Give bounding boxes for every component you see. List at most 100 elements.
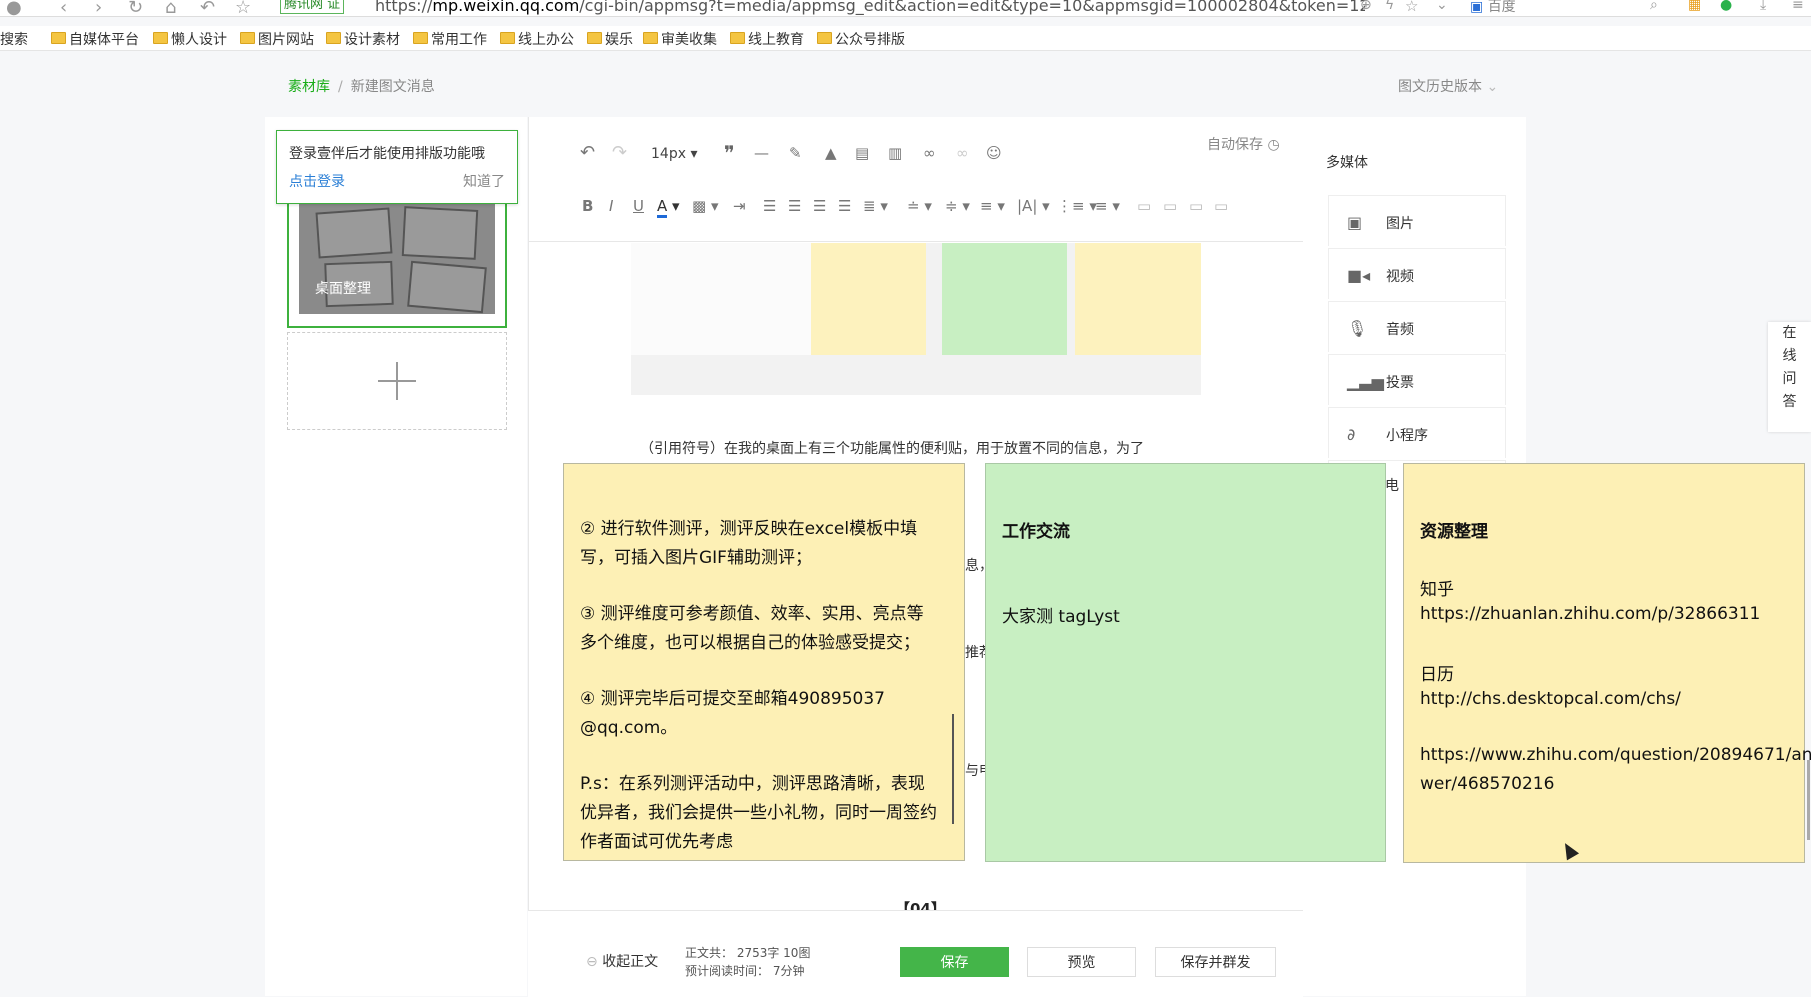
shield-icon[interactable]: ●: [1720, 0, 1732, 13]
refresh-icon[interactable]: ↻: [128, 0, 143, 16]
media-audio-button[interactable]: 🎙 音频: [1328, 301, 1506, 352]
note-scrollbar[interactable]: [952, 714, 954, 824]
media-image-button[interactable]: ▣ 图片: [1328, 195, 1506, 246]
online-qa-button[interactable]: 在 线 问 答: [1768, 322, 1811, 432]
horizontal-rule-icon[interactable]: —: [754, 144, 769, 162]
spacing-before-icon[interactable]: ≐ ▾: [907, 197, 932, 215]
align-left-icon[interactable]: ☰: [763, 197, 776, 215]
login-link[interactable]: 点击登录: [289, 171, 345, 191]
paragraph-format-icon[interactable]: ≣ ▾: [863, 197, 888, 215]
bookmark-folder[interactable]: 设计素材: [326, 29, 400, 49]
bookmark-folder[interactable]: 图片网站: [240, 29, 314, 49]
apps-grid-icon[interactable]: ▦: [1688, 0, 1701, 13]
forward-icon[interactable]: ›: [95, 0, 102, 16]
media-label: 音频: [1386, 322, 1414, 338]
url-field[interactable]: https://mp.weixin.qq.com/cgi-bin/appmsg?…: [375, 0, 1365, 15]
media-more-button[interactable]: [1328, 460, 1506, 463]
font-size-value: 14px: [651, 146, 686, 162]
folder-icon: [240, 32, 255, 44]
spacing-after-icon[interactable]: ≑ ▾: [945, 197, 970, 215]
preview-button[interactable]: 预览: [1027, 947, 1136, 977]
redo-icon[interactable]: ↷: [612, 144, 627, 162]
note-link[interactable]: http://chs.desktopcal.com/chs/: [1420, 689, 1681, 709]
undo-icon[interactable]: ↶: [580, 144, 595, 162]
search-engine[interactable]: ▣ 百度: [1470, 0, 1516, 16]
save-button[interactable]: 保存: [900, 947, 1009, 977]
unordered-list-icon[interactable]: ≡ ▾: [1095, 197, 1120, 215]
bookmark-folder[interactable]: 线上教育: [730, 29, 804, 49]
blockquote-icon[interactable]: ❞: [724, 143, 735, 163]
download-icon[interactable]: ⤓: [1760, 0, 1766, 13]
browser-logo-icon: ●: [6, 0, 22, 17]
media-miniprogram-button[interactable]: ∂ 小程序: [1328, 407, 1506, 458]
folder-icon: [413, 32, 428, 44]
bookmark-folder[interactable]: 审美收集: [643, 29, 717, 49]
float-right-icon[interactable]: ▭: [1189, 197, 1203, 215]
undo-close-icon[interactable]: ↶: [200, 0, 215, 16]
bookmark-item[interactable]: 搜索: [0, 29, 28, 49]
article-card[interactable]: 桌面整理: [287, 196, 507, 328]
history-version-link[interactable]: 图文历史版本 ⌄: [1398, 76, 1498, 96]
letter-spacing-icon[interactable]: |A| ▾: [1017, 197, 1050, 215]
bookmark-star-icon[interactable]: ☆: [1405, 0, 1418, 15]
dismiss-tip-link[interactable]: 知道了: [463, 171, 505, 191]
unlink-icon[interactable]: ∞: [956, 144, 969, 162]
home-icon[interactable]: ⌂: [165, 0, 176, 16]
clear-format-icon[interactable]: ▲: [825, 144, 837, 162]
emoji-icon[interactable]: ☺: [986, 144, 1002, 162]
document-icon[interactable]: ▥: [888, 144, 902, 162]
bookmark-folder[interactable]: 公众号排版: [817, 29, 905, 49]
save-and-publish-button[interactable]: 保存并群发: [1155, 947, 1276, 977]
align-center-icon[interactable]: ☰: [788, 197, 801, 215]
format-brush-icon[interactable]: ✎: [789, 144, 802, 162]
note-link[interactable]: https://zhuanlan.zhihu.com/p/32866311: [1420, 604, 1760, 624]
media-label: 视频: [1386, 269, 1414, 285]
bookmark-folder[interactable]: 常用工作: [413, 29, 487, 49]
bookmark-label: 线上办公: [518, 32, 574, 48]
italic-icon[interactable]: I: [609, 197, 613, 215]
search-icon[interactable]: ⌕: [1650, 0, 1658, 13]
bookmark-folder[interactable]: 线上办公: [500, 29, 574, 49]
sticky-paper-shape: [315, 207, 393, 259]
folder-icon: [587, 32, 602, 44]
folder-icon: [500, 32, 515, 44]
align-justify-icon[interactable]: ☰: [838, 197, 851, 215]
image-icon: ▣: [1347, 213, 1363, 232]
collapse-body-button[interactable]: ⊖ 收起正文: [586, 951, 658, 971]
float-left-icon[interactable]: ▭: [1137, 197, 1151, 215]
background-color-icon[interactable]: ▩ ▾: [692, 197, 718, 215]
float-none-icon[interactable]: ▭: [1163, 197, 1177, 215]
menu-icon[interactable]: ≡: [1792, 0, 1804, 13]
float-center-icon[interactable]: ▭: [1214, 197, 1228, 215]
bold-icon[interactable]: B: [582, 197, 593, 215]
lightning-icon[interactable]: ϟ: [1385, 0, 1394, 13]
article-embedded-image[interactable]: [631, 243, 1201, 395]
underline-icon[interactable]: U: [633, 197, 644, 215]
note-link[interactable]: https://www.zhihu.com/question/20894671/…: [1420, 745, 1811, 765]
media-vote-button[interactable]: ▁▃▅ 投票: [1328, 354, 1506, 405]
note-link[interactable]: wer/468570216: [1420, 774, 1554, 794]
search-engine-label: 百度: [1487, 0, 1516, 15]
baidu-icon: ▣: [1470, 0, 1484, 15]
bookmark-folder[interactable]: 娱乐: [587, 29, 633, 49]
font-size-select[interactable]: 14px ▾: [651, 145, 697, 163]
zoom-icon[interactable]: ⊕: [1360, 0, 1372, 13]
align-right-icon[interactable]: ☰: [813, 197, 826, 215]
link-icon[interactable]: ∞: [923, 144, 936, 162]
back-icon[interactable]: ‹: [60, 0, 67, 16]
quote-paragraph: （引用符号）在我的桌面上有三个功能属性的便利贴，用于放置不同的信息，为了: [640, 441, 1144, 457]
font-color-icon[interactable]: A ▾: [657, 197, 680, 218]
ordered-list-icon[interactable]: ⋮≡ ▾: [1057, 197, 1097, 215]
page-scrollbar[interactable]: [1807, 760, 1810, 840]
indent-icon[interactable]: ⇥: [733, 197, 746, 215]
add-article-button[interactable]: [287, 332, 507, 430]
favorite-star-icon[interactable]: ☆: [235, 0, 251, 16]
note-line: P.s：在系列测评活动中，测评思路清晰，表现: [580, 774, 925, 794]
bookmark-folder[interactable]: 懒人设计: [153, 29, 227, 49]
bookmark-folder[interactable]: 自媒体平台: [51, 29, 139, 49]
breadcrumb-library-link[interactable]: 素材库: [288, 79, 330, 95]
line-height-icon[interactable]: ≡ ▾: [980, 197, 1005, 215]
insert-template-icon[interactable]: ▤: [855, 144, 869, 162]
chevron-down-icon[interactable]: ⌄: [1436, 0, 1448, 13]
media-video-button[interactable]: ■◂ 视频: [1328, 248, 1506, 299]
